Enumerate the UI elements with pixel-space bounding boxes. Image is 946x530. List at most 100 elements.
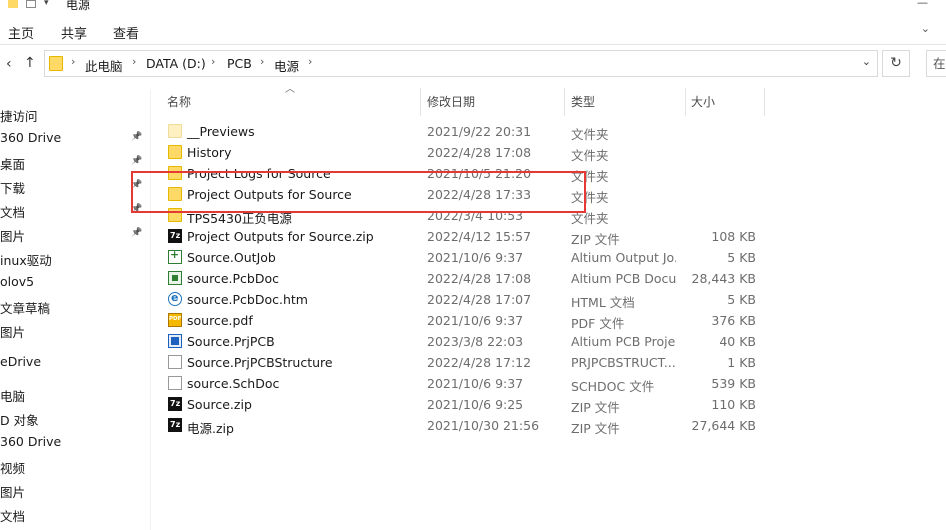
search-input[interactable]: 在: [926, 50, 946, 77]
sidebar-item[interactable]: 文档: [0, 202, 25, 221]
tab-share[interactable]: 共享: [61, 23, 87, 42]
sidebar-item[interactable]: 360 Drive: [0, 130, 61, 145]
sidebar-item[interactable]: inux驱动: [0, 250, 52, 269]
file-name: __Previews: [187, 124, 255, 139]
highlight-box: [131, 171, 586, 213]
column-separator[interactable]: [764, 88, 765, 116]
file-modified-date: 2023/3/8 22:03: [427, 334, 524, 349]
navigation-pane: 捷访问 360 Drive 📌 桌面 📌 下载 📌 文档 📌 图片 📌 inux驱动 olov5 文章草稿…: [0, 96, 150, 530]
back-icon[interactable]: ‹: [6, 56, 12, 72]
file-row[interactable]: source.PcbDoc.htm 2022/4/28 17:07 HTML 文档 5…: [162, 289, 762, 310]
file-row[interactable]: Source.zip 2021/10/6 9:25 ZIP 文件 110 KB: [162, 394, 762, 415]
pdf-icon: [168, 313, 182, 327]
file-name: History: [187, 145, 232, 160]
file-row[interactable]: 电源.zip 2021/10/30 21:56 ZIP 文件 27,644 KB: [162, 415, 762, 436]
column-header-date[interactable]: 修改日期: [427, 93, 475, 110]
pane-divider[interactable]: [150, 90, 151, 530]
file-size: 5 KB: [727, 292, 756, 307]
file-row[interactable]: __Previews 2021/9/22 20:31 文件夹: [162, 121, 762, 142]
7z-archive-icon: [168, 397, 182, 411]
file-row[interactable]: Project Outputs for Source.zip 2022/4/12 …: [162, 226, 762, 247]
tab-view[interactable]: 查看: [113, 23, 139, 42]
file-name: 电源.zip: [187, 421, 234, 436]
sidebar-item[interactable]: 桌面: [0, 154, 25, 173]
file-modified-date: 2021/10/30 21:56: [427, 418, 540, 433]
breadcrumb-pcb[interactable]: PCB: [227, 56, 252, 71]
chevron-right-icon[interactable]: ›: [211, 55, 215, 68]
qat-dropdown-icon[interactable]: ▾: [44, 0, 54, 8]
file-name: Project Outputs for Source.zip: [187, 229, 374, 244]
file-type: 文件夹: [571, 190, 609, 205]
column-header-size[interactable]: 大小: [691, 93, 715, 110]
sidebar-item[interactable]: 文章草稿: [0, 298, 50, 317]
breadcrumb-data-drive[interactable]: DATA (D:): [146, 56, 206, 71]
file-size: 108 KB: [711, 229, 756, 244]
sidebar-item[interactable]: 图片: [0, 482, 25, 501]
file-row[interactable]: source.PcbDoc 2022/4/28 17:08 Altium PCB D…: [162, 268, 762, 289]
chevron-right-icon[interactable]: ›: [308, 55, 312, 68]
ribbon: 主页 共享 查看 ⌄: [0, 18, 946, 45]
sidebar-item[interactable]: 图片: [0, 226, 25, 245]
html-document-icon: [168, 291, 182, 306]
pin-icon: 📌: [131, 228, 143, 238]
up-arrow-icon[interactable]: ↑: [24, 55, 36, 71]
file-modified-date: 2021/10/6 9:37: [427, 313, 524, 328]
minimize-icon[interactable]: —: [917, 0, 928, 9]
pin-icon: 📌: [131, 156, 143, 166]
file-row[interactable]: Source.PrjPCB 2023/3/8 22:03 Altium PCB Pr…: [162, 331, 762, 352]
file-size: 28,443 KB: [691, 271, 756, 286]
column-separator[interactable]: [420, 88, 421, 116]
file-type: 文件夹: [571, 211, 609, 226]
generic-file-icon: [168, 376, 182, 390]
sidebar-item[interactable]: olov5: [0, 274, 34, 289]
file-row[interactable]: History 2022/4/28 17:08 文件夹: [162, 142, 762, 163]
file-name: source.pdf: [187, 313, 253, 328]
sidebar-item[interactable]: 360 Drive: [0, 434, 61, 449]
column-header-type[interactable]: 类型: [571, 93, 595, 110]
file-name: Source.PrjPCB: [187, 334, 275, 349]
column-header-name[interactable]: 名称: [167, 93, 191, 110]
file-name: Source.PrjPCBStructure: [187, 355, 333, 370]
sidebar-item[interactable]: 电脑: [0, 386, 25, 405]
sidebar-item[interactable]: 捷访问: [0, 106, 38, 125]
sidebar-item[interactable]: D 对象: [0, 410, 39, 429]
file-type: 文件夹: [571, 148, 609, 163]
file-size: 27,644 KB: [691, 418, 756, 433]
breadcrumb-power[interactable]: 电源: [274, 56, 299, 75]
7z-archive-icon: [168, 418, 182, 432]
chevron-right-icon[interactable]: ›: [260, 55, 264, 68]
properties-icon[interactable]: [26, 0, 36, 8]
file-row[interactable]: source.pdf 2021/10/6 9:37 PDF 文件 376 KB: [162, 310, 762, 331]
sidebar-item[interactable]: 图片: [0, 322, 25, 341]
chevron-right-icon[interactable]: ›: [71, 55, 75, 68]
chevron-down-icon[interactable]: ⌄: [862, 55, 871, 68]
file-row[interactable]: Source.OutJob 2021/10/6 9:37 Altium Output…: [162, 247, 762, 268]
sidebar-item[interactable]: eDrive: [0, 354, 41, 369]
file-row[interactable]: source.SchDoc 2021/10/6 9:37 SCHDOC 文件 539 …: [162, 373, 762, 394]
file-type: ZIP 文件: [571, 421, 620, 436]
column-separator[interactable]: [564, 88, 565, 116]
file-name: Source.OutJob: [187, 250, 276, 265]
file-size: 1 KB: [727, 355, 756, 370]
ribbon-expand-icon[interactable]: ⌄: [921, 22, 930, 35]
column-separator[interactable]: [685, 88, 686, 116]
breadcrumb-this-pc[interactable]: 此电脑: [85, 56, 123, 75]
sidebar-item[interactable]: 文档: [0, 506, 25, 525]
file-type: ZIP 文件: [571, 400, 620, 415]
sort-ascending-icon: ︿: [285, 84, 295, 95]
file-modified-date: 2021/10/6 9:37: [427, 250, 524, 265]
file-type: 文件夹: [571, 169, 609, 184]
sidebar-item[interactable]: 视频: [0, 458, 25, 477]
file-modified-date: 2022/4/28 17:08: [427, 271, 532, 286]
file-modified-date: 2022/4/28 17:08: [427, 145, 532, 160]
file-type: Altium PCB Docu...: [571, 271, 676, 286]
file-size: 40 KB: [719, 334, 756, 349]
tab-home[interactable]: 主页: [8, 23, 34, 42]
file-row[interactable]: Source.PrjPCBStructure 2022/4/28 17:12 PRJ…: [162, 352, 762, 373]
refresh-button[interactable]: ↻: [882, 50, 910, 77]
file-type: SCHDOC 文件: [571, 379, 655, 394]
chevron-right-icon[interactable]: ›: [132, 55, 136, 68]
address-bar[interactable]: › 此电脑 › DATA (D:) › PCB › 电源 › ⌄: [44, 50, 878, 77]
pin-icon: 📌: [131, 132, 143, 142]
sidebar-item[interactable]: 下载: [0, 178, 25, 197]
